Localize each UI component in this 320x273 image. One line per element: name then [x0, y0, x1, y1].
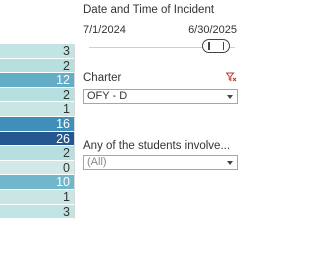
- heatmap-cell: 1: [0, 189, 74, 205]
- date-range-start: 7/1/2024: [83, 24, 126, 36]
- date-filter-title: Date and Time of Incident: [83, 4, 215, 16]
- date-range-labels: 7/1/2024 6/30/2025: [83, 24, 237, 38]
- heatmap-column: 3 2 12 2 1 16 26 2 0 10 1 3: [0, 44, 75, 220]
- chevron-down-icon: [227, 95, 233, 99]
- filter-clear-icon[interactable]: [226, 72, 237, 83]
- filter-panel: Date and Time of Incident 7/1/2024 6/30/…: [80, 0, 240, 273]
- chevron-down-icon: [227, 161, 233, 165]
- heatmap-cell: 2: [0, 58, 74, 74]
- students-filter-label: Any of the students involve...: [83, 140, 231, 152]
- heatmap-cell: 16: [0, 116, 74, 132]
- charter-dropdown[interactable]: OFY - D: [83, 89, 238, 104]
- heatmap-cell: 10: [0, 175, 74, 190]
- heatmap-cell: 26: [0, 131, 74, 147]
- heatmap-cell: 12: [0, 73, 74, 88]
- charter-selected-value: OFY - D: [87, 90, 128, 102]
- heatmap-cell: 3: [0, 204, 74, 220]
- date-range-end: 6/30/2025: [188, 24, 237, 36]
- heatmap-cell: 1: [0, 102, 74, 117]
- heatmap-cell: 3: [0, 44, 74, 59]
- heatmap-cell: 2: [0, 146, 74, 161]
- students-dropdown[interactable]: (All): [83, 155, 238, 170]
- heatmap-cell: 0: [0, 160, 74, 176]
- students-selected-value: (All): [87, 156, 107, 168]
- charter-filter-label: Charter: [83, 72, 122, 84]
- date-slider-handle[interactable]: [202, 39, 230, 53]
- heatmap-cell: 2: [0, 87, 74, 103]
